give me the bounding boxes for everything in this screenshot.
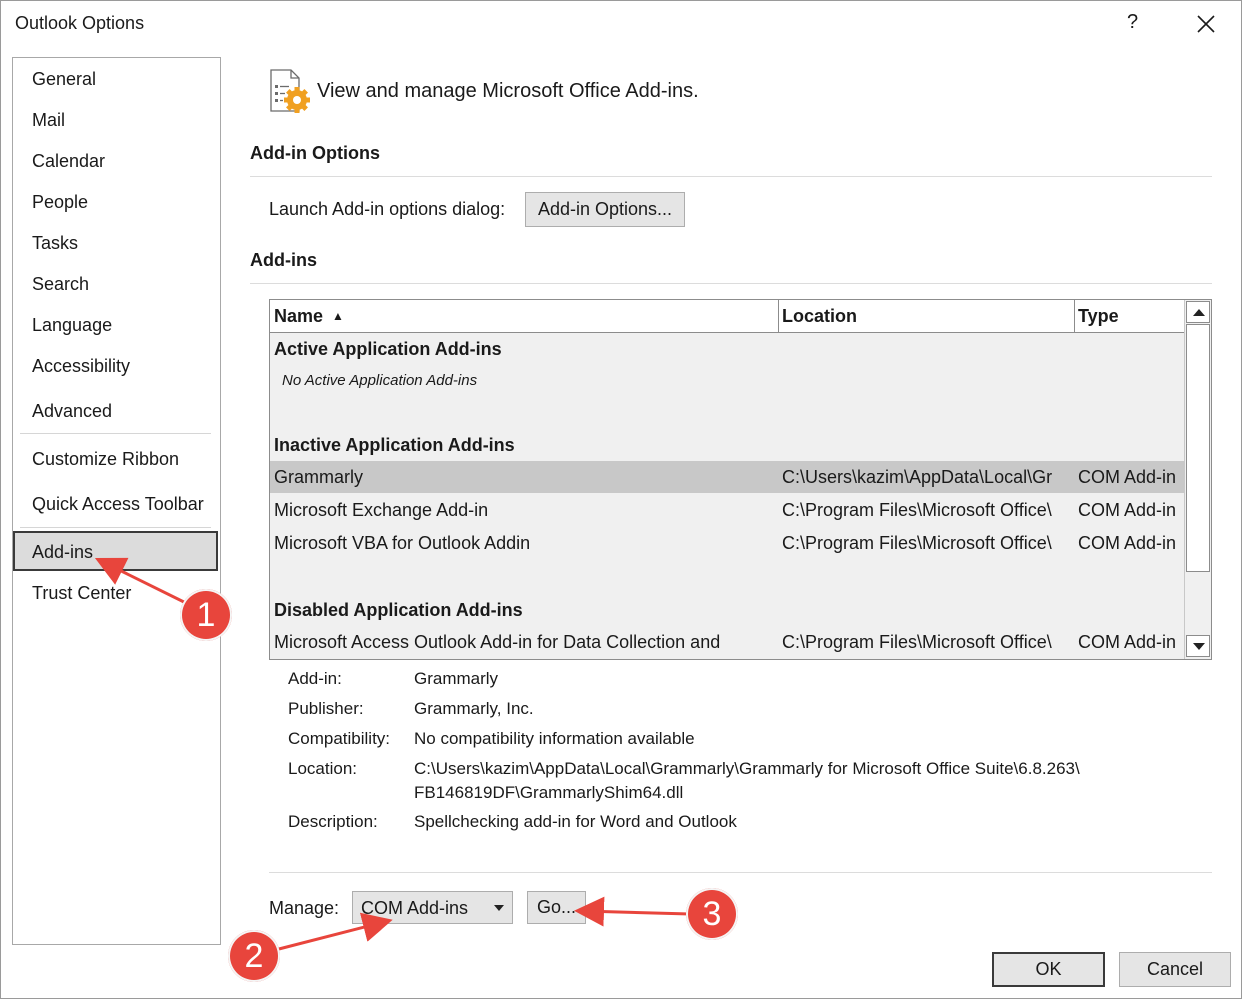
sidebar-item-people[interactable]: People (32, 192, 88, 213)
table-row[interactable]: Microsoft VBA for Outlook Addin C:\Progr… (270, 527, 1184, 559)
sidebar-item-add-ins[interactable]: Add-ins (32, 542, 93, 563)
list-header: Name ▲ Location Type (270, 300, 1184, 333)
cell-name: Microsoft Exchange Add-in (274, 500, 489, 520)
scroll-down-button[interactable] (1186, 635, 1210, 657)
cell-name: Microsoft Access Outlook Add-in for Data… (274, 632, 721, 652)
sidebar-item-mail[interactable]: Mail (32, 110, 65, 131)
sidebar-divider (20, 527, 211, 528)
table-row[interactable]: Microsoft Exchange Add-in C:\Program Fil… (270, 494, 1184, 526)
column-header-location[interactable]: Location (778, 300, 1074, 332)
close-icon (1197, 15, 1215, 33)
manage-label: Manage: (269, 898, 340, 918)
close-button[interactable] (1195, 9, 1219, 37)
section-divider (269, 872, 1212, 873)
scroll-up-button[interactable] (1186, 301, 1210, 323)
detail-addin-label: Add-in: (288, 669, 342, 688)
ok-button[interactable]: OK (992, 952, 1105, 987)
detail-description-value: Spellchecking add-in for Word and Outloo… (414, 812, 737, 831)
detail-location-label: Location: (288, 759, 357, 778)
table-row[interactable]: Microsoft Access Outlook Add-in for Data… (270, 626, 1184, 658)
detail-description-label: Description: (288, 812, 378, 831)
chevron-up-icon (1193, 309, 1205, 316)
sidebar-item-quick-access-toolbar[interactable]: Quick Access Toolbar (32, 494, 204, 515)
sidebar-item-tasks[interactable]: Tasks (32, 233, 78, 254)
sidebar-divider (20, 433, 211, 434)
annotation-badge-1: 1 (180, 589, 232, 641)
manage-dropdown[interactable]: COM Add-ins (352, 891, 513, 924)
detail-addin-value: Grammarly (414, 669, 499, 688)
cell-type: COM Add-in (1078, 467, 1177, 487)
sidebar-item-language[interactable]: Language (32, 315, 112, 336)
column-name-label: Name (274, 306, 324, 326)
vertical-scrollbar[interactable] (1184, 300, 1211, 659)
detail-publisher-label: Publisher: (288, 699, 364, 718)
help-button[interactable]: ? (1127, 11, 1138, 34)
annotation-badge-2: 2 (228, 930, 280, 982)
cell-name: Grammarly (274, 467, 363, 487)
cancel-button[interactable]: Cancel (1119, 952, 1231, 987)
sidebar-item-customize-ribbon[interactable]: Customize Ribbon (32, 449, 179, 470)
cell-location: C:\Program Files\Microsoft Office\ (782, 632, 1052, 652)
section-divider (250, 176, 1212, 177)
sidebar-item-accessibility[interactable]: Accessibility (32, 356, 130, 377)
group-inactive-addins: Inactive Application Add-ins (274, 435, 515, 455)
column-header-type[interactable]: Type (1074, 300, 1184, 332)
manage-dropdown-value: COM Add-ins (361, 898, 469, 918)
go-button[interactable]: Go... (527, 891, 586, 924)
cell-location: C:\Program Files\Microsoft Office\ (782, 533, 1052, 553)
sidebar-item-advanced[interactable]: Advanced (32, 401, 112, 422)
cell-location: C:\Program Files\Microsoft Office\ (782, 500, 1052, 520)
launch-options-label: Launch Add-in options dialog: (269, 199, 506, 219)
cell-type: COM Add-in (1078, 632, 1177, 652)
window-title: Outlook Options (15, 13, 145, 33)
column-header-name[interactable]: Name ▲ (270, 300, 778, 332)
addins-settings-icon (267, 67, 313, 115)
outlook-options-dialog: Outlook Options ? General Mail Calendar … (0, 0, 1242, 999)
chevron-down-icon (1193, 643, 1205, 650)
detail-location-value: C:\Users\kazim\AppData\Local\Grammarly\G… (414, 759, 1080, 778)
cell-location: C:\Users\kazim\AppData\Local\Gr (782, 467, 1053, 487)
cell-type: COM Add-in (1078, 500, 1177, 520)
sidebar-item-general[interactable]: General (32, 69, 96, 90)
addins-section-title: Add-ins (250, 250, 317, 270)
annotation-badge-3: 3 (686, 888, 738, 940)
options-sidebar: General Mail Calendar People Tasks Searc… (12, 57, 221, 945)
group-active-addins: Active Application Add-ins (274, 339, 502, 359)
cell-name: Microsoft VBA for Outlook Addin (274, 533, 531, 553)
detail-compatibility-value: No compatibility information available (414, 729, 695, 748)
detail-compatibility-label: Compatibility: (288, 729, 391, 748)
detail-location-value-cont: FB146819DF\GrammarlyShim64.dll (414, 783, 684, 802)
detail-publisher-value: Grammarly, Inc. (414, 699, 534, 718)
cell-type: COM Add-in (1078, 533, 1177, 553)
section-divider (250, 283, 1212, 284)
dropdown-arrow-icon (494, 905, 504, 911)
addin-options-button[interactable]: Add-in Options... (525, 192, 685, 227)
addin-options-section-title: Add-in Options (250, 143, 380, 163)
page-heading: View and manage Microsoft Office Add-ins… (317, 80, 699, 102)
group-disabled-addins: Disabled Application Add-ins (274, 600, 523, 620)
scroll-thumb[interactable] (1186, 324, 1210, 572)
no-active-addins-text: No Active Application Add-ins (282, 372, 478, 389)
sort-ascending-icon: ▲ (332, 309, 344, 323)
addins-list[interactable]: Name ▲ Location Type Active Application … (269, 299, 1212, 660)
sidebar-item-calendar[interactable]: Calendar (32, 151, 105, 172)
table-row[interactable]: Grammarly C:\Users\kazim\AppData\Local\G… (270, 461, 1184, 493)
sidebar-item-trust-center[interactable]: Trust Center (32, 583, 131, 604)
sidebar-item-search[interactable]: Search (32, 274, 89, 295)
